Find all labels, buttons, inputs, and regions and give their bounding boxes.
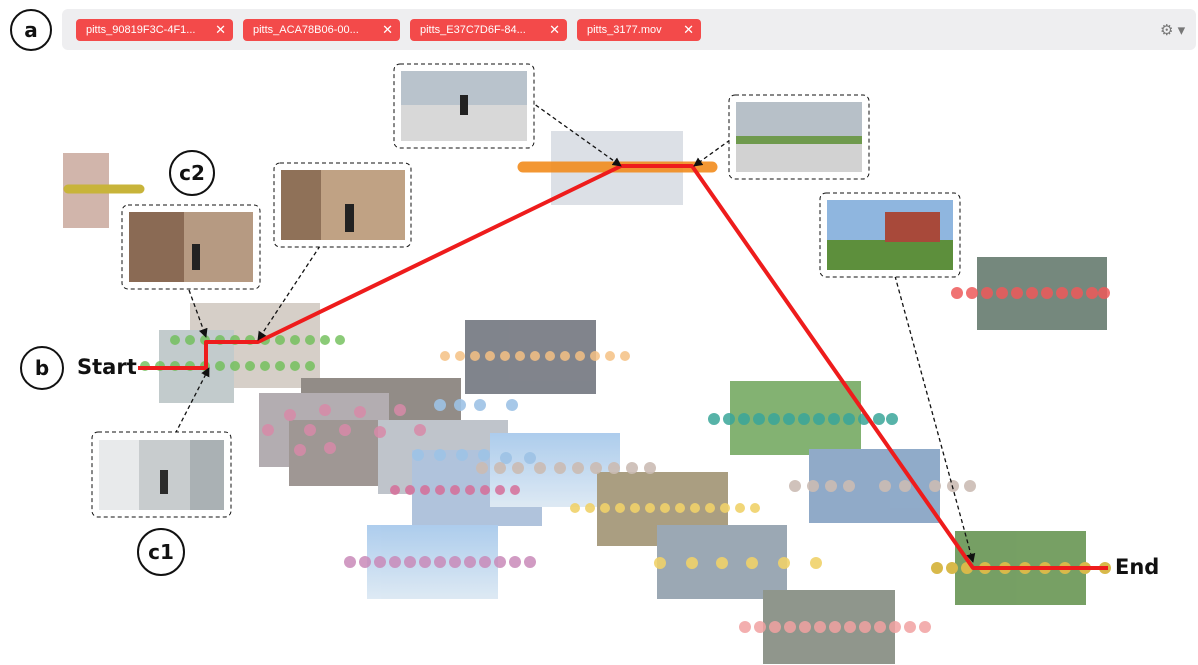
- callout-building-2: [728, 94, 870, 180]
- route-start-label: Start: [77, 355, 137, 379]
- callout-building-1: [393, 63, 535, 149]
- frame-thumbnail: [367, 525, 498, 599]
- callout-hall: [273, 162, 412, 248]
- label-c2: c2: [169, 150, 215, 196]
- route-end-label: End: [1115, 555, 1160, 579]
- callout-field: [819, 192, 961, 278]
- label-b: b: [20, 346, 64, 390]
- label-c1: c1: [137, 528, 185, 576]
- magenta-dot-trail: [390, 485, 520, 495]
- callout-c2: [121, 204, 261, 290]
- callout-c1: [91, 431, 232, 518]
